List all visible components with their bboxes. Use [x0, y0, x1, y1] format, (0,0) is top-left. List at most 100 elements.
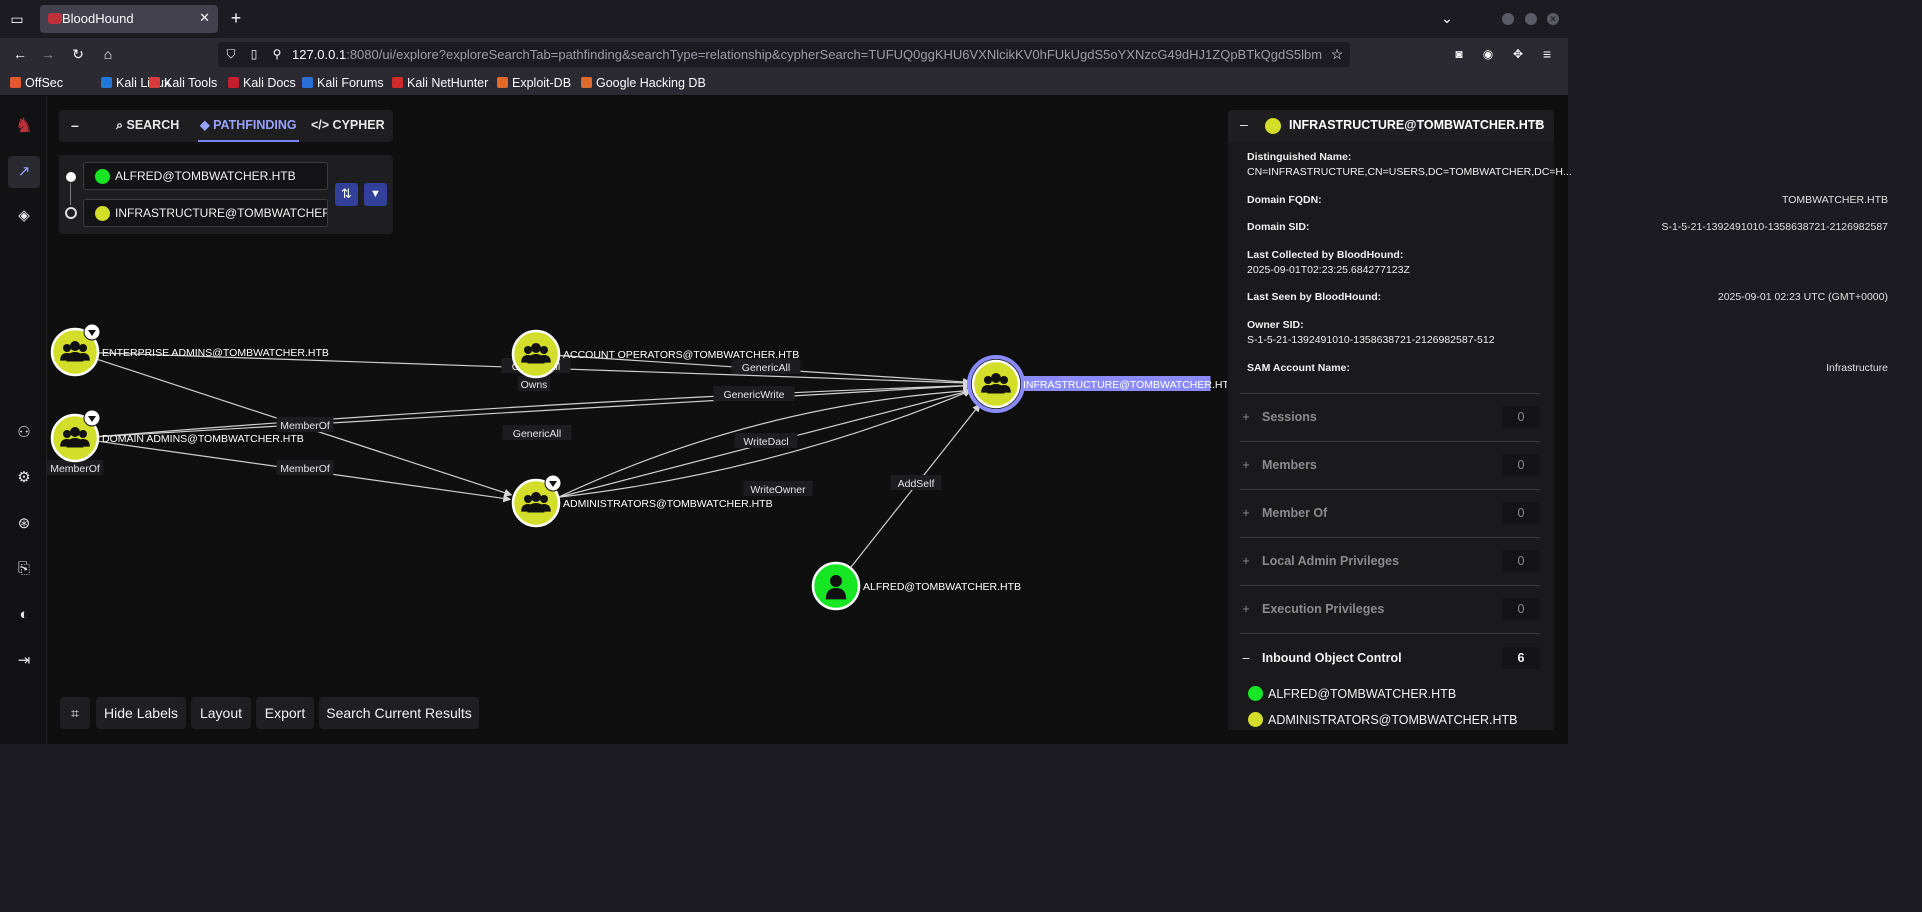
menu-icon[interactable]: ≡ [1538, 44, 1556, 64]
bookmark-kali-docs[interactable]: Kali Docs [228, 75, 296, 93]
node-label[interactable]: ENTERPRISE ADMINS@TOMBWATCHER.HTB [102, 347, 329, 359]
pocket-icon[interactable]: ◙ [1450, 44, 1468, 64]
window-minimize-icon[interactable] [1502, 13, 1514, 25]
browser-tab[interactable]: BloodHound ✕ [40, 5, 218, 33]
chevron-up-icon[interactable]: ⌃ [1532, 118, 1544, 135]
back-icon[interactable]: ← [10, 44, 30, 64]
bookmark-star-icon[interactable]: ☆ [1328, 44, 1346, 64]
edge-label[interactable]: WriteOwner [750, 484, 806, 496]
compass-icon[interactable]: ⊛ [8, 508, 40, 540]
section-sessions[interactable]: + Sessions 0 [1240, 402, 1540, 432]
shield-icon[interactable]: ⛉ [222, 44, 240, 64]
bookmark-offsec[interactable]: OffSec [10, 75, 63, 93]
inbound-item[interactable]: ADMINISTRATORS@TOMBWATCHER.HTB [1248, 712, 1518, 730]
forward-icon[interactable]: → [38, 44, 58, 64]
section-members[interactable]: + Members 0 [1240, 450, 1540, 480]
gem-icon[interactable]: ◈ [8, 200, 40, 232]
node-label[interactable]: ACCOUNT OPERATORS@TOMBWATCHER.HTB [563, 349, 799, 361]
bookmark-label: Kali Forums [317, 76, 384, 90]
graph-node-alf[interactable]: ALFRED@TOMBWATCHER.HTB [811, 561, 1021, 611]
edge-label[interactable]: MemberOf [280, 420, 330, 432]
user-icon[interactable]: ⚇ [8, 417, 40, 449]
reload-icon[interactable]: ↻ [68, 44, 88, 64]
bookmark-exploit-db[interactable]: Exploit-DB [497, 75, 571, 93]
tab-list-icon[interactable]: ▭ [8, 9, 26, 29]
edge-label[interactable]: GenericAll [513, 428, 561, 440]
search-current-results-button[interactable]: Search Current Results [319, 697, 479, 729]
collapse-entity-button[interactable]: – [1240, 116, 1248, 132]
divider [1240, 441, 1540, 442]
extensions-icon[interactable]: ✥ [1509, 44, 1527, 64]
account-icon[interactable]: ◉ [1479, 44, 1497, 64]
section-local-admin-privileges[interactable]: + Local Admin Privileges 0 [1240, 546, 1540, 576]
bookmark-kali-tools[interactable]: Kali Tools [149, 75, 217, 93]
url-host: 127.0.0.1 [292, 47, 347, 62]
layout-button[interactable]: Layout [191, 697, 251, 729]
crop-button[interactable]: ⌗ [60, 697, 90, 729]
permissions-icon[interactable]: ⚲ [268, 44, 286, 64]
window-maximize-icon[interactable] [1525, 13, 1537, 25]
edge-label[interactable]: AddSelf [898, 478, 935, 490]
node-label[interactable]: ADMINISTRATORS@TOMBWATCHER.HTB [563, 498, 773, 510]
sam-label: SAM Account Name: [1247, 362, 1350, 374]
owner-sid-label: Owner SID: [1247, 319, 1304, 331]
tab-overflow-chevron-icon[interactable]: ⌄ [1437, 8, 1457, 28]
kali-docs-icon [228, 77, 239, 88]
section-label: Member Of [1262, 506, 1328, 520]
hide-labels-button[interactable]: Hide Labels [96, 697, 186, 729]
new-tab-icon[interactable]: + [226, 8, 246, 28]
offsec-icon [10, 77, 21, 88]
url-path: :8080/ui/explore?exploreSearchTab=pathfi… [346, 47, 1322, 62]
file-search-icon[interactable]: ⎘ [8, 553, 40, 585]
bookmark-kali-forums[interactable]: Kali Forums [302, 75, 384, 93]
url-text[interactable]: 127.0.0.1:8080/ui/explore?exploreSearchT… [292, 46, 1322, 63]
bookmark-google-hacking-db[interactable]: Google Hacking DB [581, 75, 706, 93]
exploit-db-icon [497, 77, 508, 88]
bookmark-kali-nethunter[interactable]: Kali NetHunter [392, 75, 488, 93]
window-close-icon[interactable]: ✕ [1547, 13, 1559, 25]
contrast-icon[interactable]: ◐ [8, 599, 40, 631]
logout-icon[interactable]: ⇥ [8, 645, 40, 677]
edge-label[interactable]: GenericAll [742, 362, 790, 374]
edge-label[interactable]: MemberOf [280, 463, 330, 475]
user-gear-icon[interactable]: ⚙ [8, 462, 40, 494]
edge-label[interactable]: WriteDacl [743, 436, 788, 448]
inbound-item-label: ADMINISTRATORS@TOMBWATCHER.HTB [1268, 713, 1518, 727]
bloodhound-logo[interactable]: ♞ [8, 110, 40, 142]
page-icon[interactable]: ▯ [246, 44, 262, 64]
edge-label[interactable]: GenericWrite [723, 389, 784, 401]
home-icon[interactable]: ⌂ [98, 44, 118, 64]
divider [1240, 537, 1540, 538]
close-tab-icon[interactable]: ✕ [199, 10, 210, 26]
export-button[interactable]: Export [256, 697, 314, 729]
node-label[interactable]: DOMAIN ADMINS@TOMBWATCHER.HTB [102, 433, 304, 445]
kali-forums-icon [302, 77, 313, 88]
sid-label: Domain SID: [1247, 221, 1310, 233]
bookmark-label: Kali Tools [164, 76, 218, 90]
bloodhound-favicon-icon [48, 13, 62, 24]
last-seen-value: 2025-09-01 02:23 UTC (GMT+0000) [1717, 291, 1888, 303]
kali-tools-icon [149, 77, 160, 88]
divider [1240, 489, 1540, 490]
graph-node-inf[interactable]: INFRASTRUCTURE@TOMBWATCHER.HTB [967, 355, 1227, 413]
graph-canvas[interactable]: MemberOf MemberOf MemberOf GenericAll Generi… [47, 96, 1227, 744]
group-node-icon [1248, 712, 1263, 727]
explore-icon[interactable]: ↗ [8, 156, 40, 188]
section-inbound-object-control[interactable]: – Inbound Object Control 6 [1240, 643, 1540, 673]
bookmark-label: Kali Docs [243, 76, 296, 90]
edge-label[interactable]: Owns [521, 379, 548, 391]
url-bar[interactable]: ⛉ ▯ ⚲ 127.0.0.1:8080/ui/explore?exploreS… [218, 42, 1350, 67]
node-label[interactable]: ALFRED@TOMBWATCHER.HTB [863, 581, 1021, 593]
entity-title: INFRASTRUCTURE@TOMBWATCHER.HTB [1289, 118, 1545, 132]
edge-label[interactable]: MemberOf [50, 463, 100, 475]
sid-value: S-1-5-21-1392491010-1358638721-212698258… [1661, 221, 1888, 233]
graph-node-ea[interactable]: ENTERPRISE ADMINS@TOMBWATCHER.HTB [50, 323, 329, 377]
section-execution-privileges[interactable]: + Execution Privileges 0 [1240, 594, 1540, 624]
inbound-item[interactable]: ALFRED@TOMBWATCHER.HTB [1248, 686, 1456, 704]
sam-value: Infrastructure [1826, 362, 1888, 374]
graph-node-adm[interactable]: ADMINISTRATORS@TOMBWATCHER.HTB [511, 474, 773, 528]
section-member-of[interactable]: + Member Of 0 [1240, 498, 1540, 528]
graph-node-da[interactable]: DOMAIN ADMINS@TOMBWATCHER.HTB [50, 409, 304, 463]
node-label[interactable]: INFRASTRUCTURE@TOMBWATCHER.HTB [1023, 379, 1227, 391]
tab-title: BloodHound [62, 11, 134, 26]
